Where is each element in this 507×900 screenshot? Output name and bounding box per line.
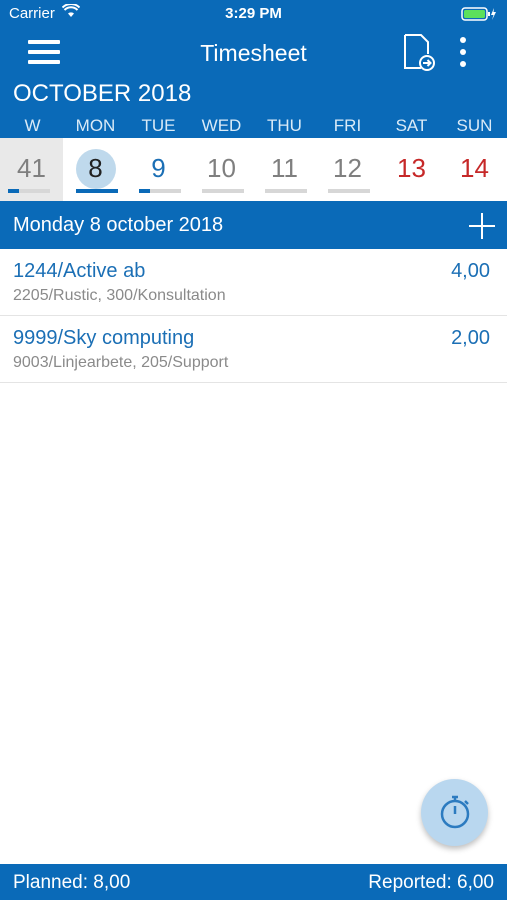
day-number-sat: 13 [397,153,426,183]
more-vertical-icon[interactable] [455,37,471,73]
entry-hours: 4,00 [451,260,490,282]
day-names-row: W MON TUE WED THU FRI SAT SUN [0,116,507,138]
month-header: OCTOBER 2018 W MON TUE WED THU FRI SAT S… [0,80,507,138]
stopwatch-icon [440,795,470,829]
entry-hours: 2,00 [451,327,490,349]
time-entry-row[interactable]: 9999/Sky computing 2,00 9003/Linjearbete… [0,316,507,383]
day-number-tue: 9 [151,153,166,183]
day-number-fri: 12 [333,153,362,183]
day-progress-bar-fri [328,189,370,193]
reported-hours: Reported: 6,00 [368,872,494,893]
day-name-tue: TUE [141,116,176,135]
entry-project: 9999/Sky computing [13,327,195,349]
week-progress-bar [8,189,50,193]
entry-activities: 9003/Linjearbete, 205/Support [13,354,229,371]
day-name-mon: MON [75,116,116,135]
selected-date-label: Monday 8 october 2018 [13,214,224,236]
day-number-thu: 11 [271,153,298,183]
day-cell-mon[interactable]: 8 [64,138,127,201]
day-name-sat: SAT [395,116,428,135]
day-progress-bar-thu [265,189,307,193]
week-number: 41 [17,153,46,183]
day-cell-sat[interactable]: 13 [380,138,443,201]
export-document-icon[interactable] [401,32,437,77]
day-progress-bar-wed [202,189,244,193]
week-day-strip: 41 8 9 10 11 12 13 14 [0,138,507,201]
day-progress-fill-tue [139,189,150,193]
day-cell-fri[interactable]: 12 [316,138,379,201]
top-app-bar: Timesheet [0,28,507,80]
entry-project: 1244/Active ab [13,260,146,282]
day-number-wed: 10 [207,153,236,183]
summary-footer: Planned: 8,00 Reported: 6,00 [0,864,507,900]
clock: 3:29 PM [225,5,282,22]
day-cell-tue[interactable]: 9 [127,138,190,201]
planned-hours: Planned: 8,00 [13,872,131,893]
day-number-sun: 14 [460,153,489,183]
day-name-sun: SUN [456,116,493,135]
plus-icon[interactable] [469,213,495,239]
day-cell-wed[interactable]: 10 [190,138,253,201]
stopwatch-button[interactable] [421,779,488,846]
day-name-week: W [24,116,41,135]
week-progress-fill [8,189,19,193]
day-name-wed: WED [201,116,242,135]
day-cell-sun[interactable]: 14 [443,138,506,201]
status-bar: Carrier 3:29 PM [0,0,507,28]
day-name-fri: FRI [333,116,362,135]
battery-icon [461,6,497,26]
entry-activities: 2205/Rustic, 300/Konsultation [13,287,226,304]
selected-date-bar: Monday 8 october 2018 [0,201,507,249]
day-number-mon: 8 [88,153,103,183]
day-cell-thu[interactable]: 11 [253,138,316,201]
week-number-cell: 41 [0,138,63,201]
time-entry-row[interactable]: 1244/Active ab 4,00 2205/Rustic, 300/Kon… [0,249,507,316]
day-progress-fill-mon [76,189,118,193]
day-name-thu: THU [267,116,302,135]
day-progress-bar-mon [76,189,118,193]
month-label: OCTOBER 2018 [13,80,192,107]
day-progress-bar-tue [139,189,181,193]
